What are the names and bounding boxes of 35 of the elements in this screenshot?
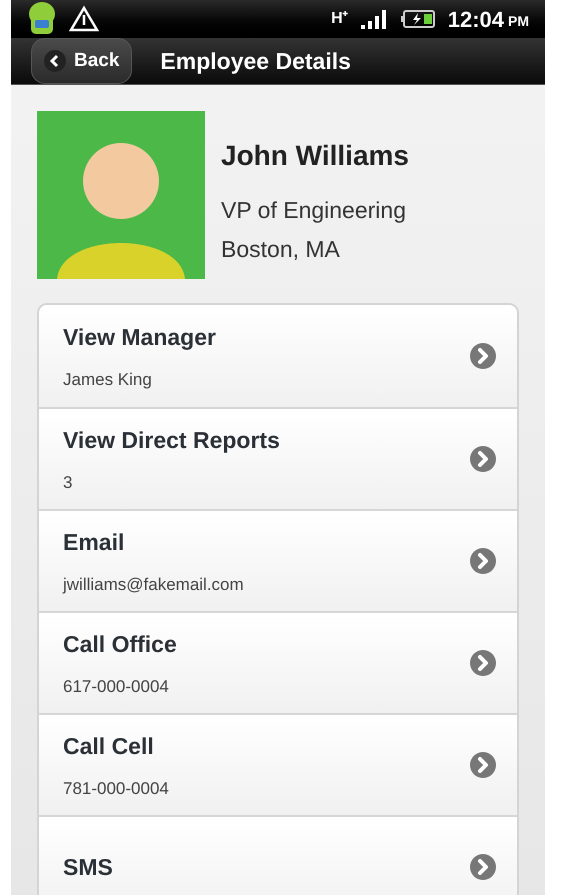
status-time: 12:04: [448, 6, 504, 34]
back-button[interactable]: Back: [31, 38, 132, 84]
item-title: Call Office: [63, 630, 178, 659]
item-title: Call Cell: [63, 732, 155, 761]
list-item[interactable]: Call Office 617-000-0004: [39, 611, 517, 713]
item-subtitle: 3: [63, 472, 74, 494]
list-item[interactable]: SMS: [39, 815, 517, 895]
list-item[interactable]: View Direct Reports 3: [39, 407, 517, 509]
warning-icon: [69, 5, 99, 33]
chevron-right-icon: [469, 445, 497, 473]
list-item[interactable]: Email jwilliams@fakemail.com: [39, 509, 517, 611]
item-title: SMS: [63, 852, 114, 882]
item-subtitle: jwilliams@fakemail.com: [63, 574, 245, 596]
employee-location: Boston, MA: [221, 234, 341, 264]
item-title: View Manager: [63, 323, 217, 352]
back-icon: [44, 50, 66, 72]
chevron-right-icon: [469, 649, 497, 677]
item-title: View Direct Reports: [63, 426, 281, 455]
chevron-right-icon: [469, 853, 497, 881]
list-item[interactable]: Call Cell 781-000-0004: [39, 713, 517, 815]
signal-icon: [360, 8, 388, 30]
item-subtitle: James King: [63, 368, 153, 390]
item-title: Email: [63, 528, 126, 557]
item-subtitle: 781-000-0004: [63, 778, 170, 800]
employee-title: VP of Engineering: [221, 196, 407, 225]
battery-icon: [400, 9, 436, 29]
item-subtitle: 617-000-0004: [63, 676, 170, 698]
chevron-right-icon: [469, 342, 497, 370]
network-type: H⁺: [331, 9, 348, 29]
status-ampm: PM: [508, 12, 529, 30]
page-title: Employee Details: [160, 46, 351, 76]
employee-name: John Williams: [221, 139, 410, 173]
chevron-right-icon: [469, 547, 497, 575]
list-item[interactable]: View Manager James King: [39, 305, 517, 407]
chevron-right-icon: [469, 751, 497, 779]
